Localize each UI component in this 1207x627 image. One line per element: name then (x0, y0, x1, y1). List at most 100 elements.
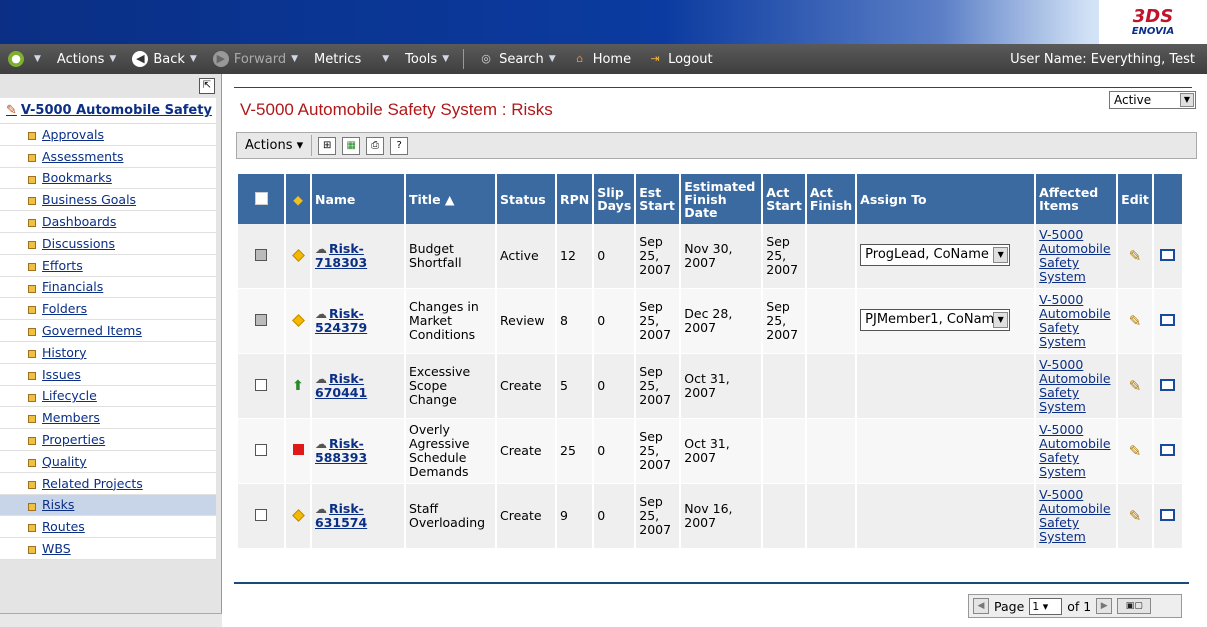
tools-menu[interactable]: Tools ▼ (397, 52, 457, 67)
row-checkbox[interactable] (255, 248, 267, 261)
open-window-icon[interactable] (1160, 378, 1176, 391)
risk-title: Staff Overloading (406, 484, 495, 549)
toolbar: ● ▼ Actions ▼ ◀ Back ▼ ▶ Forward ▼ Metrics ▼ T… (0, 44, 1207, 74)
table-action-bar: Actions ▾ ⊞ ▦ ⎙ ? (236, 132, 1197, 159)
page-view-toggle[interactable]: ▣▢ (1117, 598, 1152, 614)
table-actions-menu[interactable]: Actions ▾ (237, 135, 313, 156)
tree-root-project[interactable]: ✎ V-5000 Automobile Safety (0, 98, 216, 124)
header-slip-days[interactable]: Slip Days (594, 174, 635, 224)
next-page-button[interactable]: ▶ (1096, 598, 1113, 614)
header-title[interactable]: Title ▲ (406, 174, 495, 224)
logout-button[interactable]: ⇥ Logout (639, 51, 721, 67)
priority-medium-icon (291, 249, 305, 262)
sidebar-item-bookmarks[interactable]: Bookmarks (0, 168, 216, 190)
chevron-down-icon: ▼ (993, 311, 1009, 328)
sidebar-item-routes[interactable]: Routes (0, 516, 216, 539)
chevron-down-icon: ▼ (189, 54, 197, 64)
row-checkbox[interactable] (255, 378, 267, 391)
sidebar-item-governed-items[interactable]: Governed Items (0, 320, 216, 342)
help-icon[interactable]: ? (390, 136, 409, 155)
sidebar-item-history[interactable]: History (0, 342, 216, 364)
global-menu-button[interactable]: ● ▼ (0, 51, 49, 67)
metrics-dropdown[interactable]: ▼ (369, 54, 397, 64)
sidebar-item-assessments[interactable]: Assessments (0, 146, 216, 168)
risk-status: Review (497, 289, 555, 354)
sidebar-item-efforts[interactable]: Efforts (0, 255, 216, 277)
sidebar-item-approvals[interactable]: Approvals (0, 124, 216, 146)
header-status[interactable]: Status (497, 174, 555, 224)
open-window-icon[interactable] (1160, 313, 1176, 326)
collapse-panel-button[interactable]: ⇱ (199, 78, 215, 94)
back-button[interactable]: ◀ Back ▼ (124, 51, 204, 67)
sidebar-item-financials[interactable]: Financials (0, 277, 216, 299)
sidebar-item-folders[interactable]: Folders (0, 298, 216, 321)
select-all-checkbox[interactable] (254, 191, 268, 205)
sidebar-item-risks[interactable]: Risks (0, 494, 216, 517)
open-window-icon[interactable] (1160, 443, 1176, 456)
status-filter-select[interactable]: Active ▼ (1109, 91, 1196, 109)
chevron-down-icon: ▼ (34, 54, 41, 64)
edit-icon[interactable]: ✎ (1129, 442, 1142, 460)
pagination: ◀ Page 1 ▾ of 1 ▶ ▣▢ (968, 594, 1182, 618)
sidebar-item-related-projects[interactable]: Related Projects (0, 473, 216, 495)
header-est-finish[interactable]: Estimated Finish Date (681, 174, 762, 224)
header-act-start[interactable]: Act Start (763, 174, 805, 224)
header-est-start[interactable]: Est Start (636, 174, 680, 224)
table-row: ☁ Risk-718303 Budget Shortfall Active 12 … (238, 224, 1182, 289)
home-icon: ⌂ (576, 52, 584, 65)
header-affected-items[interactable]: Affected Items (1036, 174, 1117, 224)
affected-items-link[interactable]: V-5000 Automobile Safety System (1039, 487, 1110, 544)
risk-status: Create (497, 354, 555, 419)
affected-items-link[interactable]: V-5000 Automobile Safety System (1039, 422, 1110, 479)
affected-items-link[interactable]: V-5000 Automobile Safety System (1039, 357, 1110, 414)
header-name[interactable]: Name (312, 174, 404, 224)
priority-high-icon (292, 444, 304, 455)
affected-items-link[interactable]: V-5000 Automobile Safety System (1039, 227, 1110, 284)
main-content: V-5000 Automobile Safety System : Risks … (222, 74, 1207, 627)
sidebar-item-quality[interactable]: Quality (0, 451, 216, 473)
edit-icon[interactable]: ✎ (1129, 312, 1142, 330)
affected-items-link[interactable]: V-5000 Automobile Safety System (1039, 292, 1110, 349)
risk-rpn: 12 (557, 224, 593, 289)
sidebar-item-members[interactable]: Members (0, 407, 216, 430)
sidebar-item-lifecycle[interactable]: Lifecycle (0, 386, 216, 408)
risk-title: Overly Agressive Schedule Demands (406, 419, 495, 484)
edit-icon[interactable]: ✎ (1129, 377, 1142, 395)
row-checkbox[interactable] (255, 508, 267, 521)
sidebar-item-issues[interactable]: Issues (0, 364, 216, 386)
create-risk-icon[interactable]: ⊞ (318, 136, 337, 155)
home-button[interactable]: ⌂ Home (564, 51, 639, 67)
risk-act-start (763, 354, 805, 419)
risk-est-finish: Nov 30, 2007 (681, 224, 762, 289)
sidebar-item-business-goals[interactable]: Business Goals (0, 189, 216, 212)
risk-icon: ☁ (315, 307, 327, 321)
search-button[interactable]: ◎ Search ▼ (470, 51, 564, 67)
header-assign-to[interactable]: Assign To (857, 174, 1035, 224)
sidebar-item-dashboards[interactable]: Dashboards (0, 211, 216, 233)
print-icon[interactable]: ⎙ (366, 136, 385, 155)
sidebar-item-wbs[interactable]: WBS (0, 538, 216, 560)
sidebar-item-properties[interactable]: Properties (0, 429, 216, 451)
metrics-menu[interactable]: Metrics (306, 52, 369, 67)
page-select[interactable]: 1 ▾ (1029, 597, 1063, 615)
edit-icon[interactable]: ✎ (1129, 507, 1142, 525)
prev-page-button[interactable]: ◀ (973, 598, 989, 614)
assign-to-select[interactable]: PJMember1, CoName ▼ (860, 308, 1011, 331)
sidebar-item-discussions[interactable]: Discussions (0, 233, 216, 255)
header-rpn[interactable]: RPN (557, 174, 593, 224)
row-checkbox[interactable] (255, 443, 267, 456)
row-checkbox[interactable] (255, 313, 267, 326)
open-window-icon[interactable] (1160, 248, 1176, 261)
header-act-finish[interactable]: Act Finish (806, 174, 856, 224)
risk-est-finish: Oct 31, 2007 (681, 354, 762, 419)
risk-status: Active (497, 224, 555, 289)
assign-to-select[interactable]: ProgLead, CoName ▼ (860, 243, 1011, 266)
actions-menu[interactable]: Actions ▼ (49, 52, 124, 67)
export-excel-icon[interactable]: ▦ (342, 136, 361, 155)
sidebar-horizontal-scrollbar[interactable] (0, 613, 222, 627)
edit-icon[interactable]: ✎ (1129, 247, 1142, 265)
title-divider (234, 87, 1192, 88)
forward-button[interactable]: ▶ Forward ▼ (205, 51, 306, 67)
chevron-down-icon: ▼ (548, 54, 556, 64)
open-window-icon[interactable] (1160, 508, 1176, 521)
